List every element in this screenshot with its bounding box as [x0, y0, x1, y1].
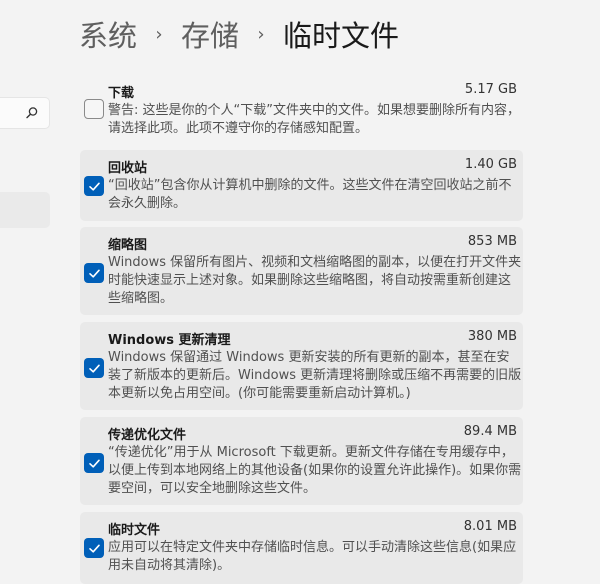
item-title: 下载 — [108, 86, 135, 101]
item-size: 1.40 GB — [464, 157, 517, 172]
item-title: Windows 更新清理 — [108, 333, 231, 348]
breadcrumb: 系统 › 存储 › 临时文件 — [79, 14, 399, 54]
sidebar — [0, 0, 58, 584]
checkmark-icon — [88, 182, 100, 191]
item-size: 380 MB — [467, 329, 517, 344]
checkbox-recycle-bin[interactable] — [84, 176, 104, 196]
checkbox-thumbnails[interactable] — [84, 263, 104, 283]
list-item-temporary-files: 临时文件 8.01 MB 应用可以在特定文件夹中存储临时信息。可以手动清除这些信… — [80, 512, 523, 584]
list-item-delivery-optimization: 传递优化文件 89.4 MB “传递优化”用于从 Microsoft 下载更新。… — [80, 417, 523, 505]
search-icon — [24, 105, 40, 121]
sidebar-item-selected[interactable] — [0, 192, 50, 228]
checkmark-icon — [88, 364, 100, 373]
checkmark-icon — [88, 269, 100, 278]
list-item-windows-update-cleanup: Windows 更新清理 380 MB Windows 保留通过 Windows… — [80, 322, 523, 410]
chevron-right-icon: › — [155, 23, 163, 45]
list-item-recycle-bin: 回收站 1.40 GB “回收站”包含你从计算机中删除的文件。这些文件在清空回收… — [80, 150, 523, 221]
item-description: “回收站”包含你从计算机中删除的文件。这些文件在清空回收站之前不会永久删除。 — [108, 178, 512, 211]
checkbox-windows-update-cleanup[interactable] — [84, 358, 104, 378]
item-size: 8.01 MB — [463, 519, 517, 534]
item-description: “传递优化”用于从 Microsoft 下载更新。更新文件存储在专用缓存中，以便… — [108, 445, 522, 496]
item-title: 回收站 — [108, 161, 148, 176]
checkbox-downloads[interactable] — [84, 99, 104, 119]
checkbox-delivery-optimization[interactable] — [84, 453, 104, 473]
item-size: 5.17 GB — [464, 82, 517, 97]
breadcrumb-storage[interactable]: 存储 — [181, 13, 239, 55]
item-title: 缩略图 — [108, 238, 148, 253]
item-title: 临时文件 — [108, 523, 161, 538]
item-description: Windows 保留所有图片、视频和文档缩略图的副本，以便在打开文件夹时能快速显… — [108, 255, 522, 306]
breadcrumb-system[interactable]: 系统 — [79, 13, 137, 55]
search-input[interactable] — [0, 97, 50, 129]
page-title: 临时文件 — [283, 19, 400, 53]
item-size: 89.4 MB — [463, 424, 517, 439]
item-size: 853 MB — [467, 234, 517, 249]
checkmark-icon — [88, 459, 100, 468]
item-description: 警告: 这些是你的个人“下载”文件夹中的文件。如果想要删除所有内容，请选择此项。… — [108, 103, 520, 136]
item-title: 传递优化文件 — [108, 428, 187, 443]
list-item-thumbnails: 缩略图 853 MB Windows 保留所有图片、视频和文档缩略图的副本，以便… — [80, 227, 523, 315]
list-item-downloads: 下载 5.17 GB 警告: 这些是你的个人“下载”文件夹中的文件。如果想要删除… — [80, 75, 523, 143]
chevron-right-icon: › — [257, 23, 265, 45]
checkmark-icon — [88, 544, 100, 553]
checkbox-temporary-files[interactable] — [84, 538, 104, 558]
item-description: 应用可以在特定文件夹中存储临时信息。可以手动清除这些信息(如果应用未自动将其清除… — [108, 540, 517, 573]
item-description: Windows 保留通过 Windows 更新安装的所有更新的副本，甚至在安装了… — [108, 350, 522, 401]
